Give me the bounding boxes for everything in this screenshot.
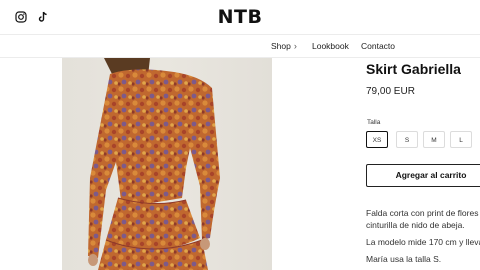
size-option-l[interactable]: L — [450, 131, 472, 148]
description-line-4: María usa la talla S. — [366, 254, 442, 264]
nav-contacto[interactable]: Contacto — [361, 41, 395, 51]
site-header: NTB — [0, 0, 480, 35]
size-option-s[interactable]: S — [396, 131, 418, 148]
main-nav: Shop › Lookbook Contacto — [0, 35, 480, 58]
nav-shop-label: Shop — [271, 41, 291, 51]
product-title: Skirt Gabriella — [366, 61, 461, 77]
description-line-3: La modelo mide 170 cm y lleva — [366, 237, 480, 247]
chevron-right-icon: › — [293, 41, 297, 51]
site-logo[interactable]: NTB — [0, 6, 480, 28]
size-option-m[interactable]: M — [423, 131, 445, 148]
nav-shop[interactable]: Shop › — [271, 41, 297, 51]
description-line-1: Falda corta con print de flores c — [366, 208, 480, 218]
nav-lookbook[interactable]: Lookbook — [312, 41, 349, 51]
product-price: 79,00 EUR — [366, 86, 415, 97]
size-label: Talla — [367, 119, 381, 126]
product-image[interactable] — [62, 58, 272, 270]
add-to-cart-button[interactable]: Agregar al carrito — [366, 164, 480, 187]
size-option-xs[interactable]: XS — [366, 131, 388, 148]
description-line-2: cinturilla de nido de abeja. — [366, 220, 465, 230]
